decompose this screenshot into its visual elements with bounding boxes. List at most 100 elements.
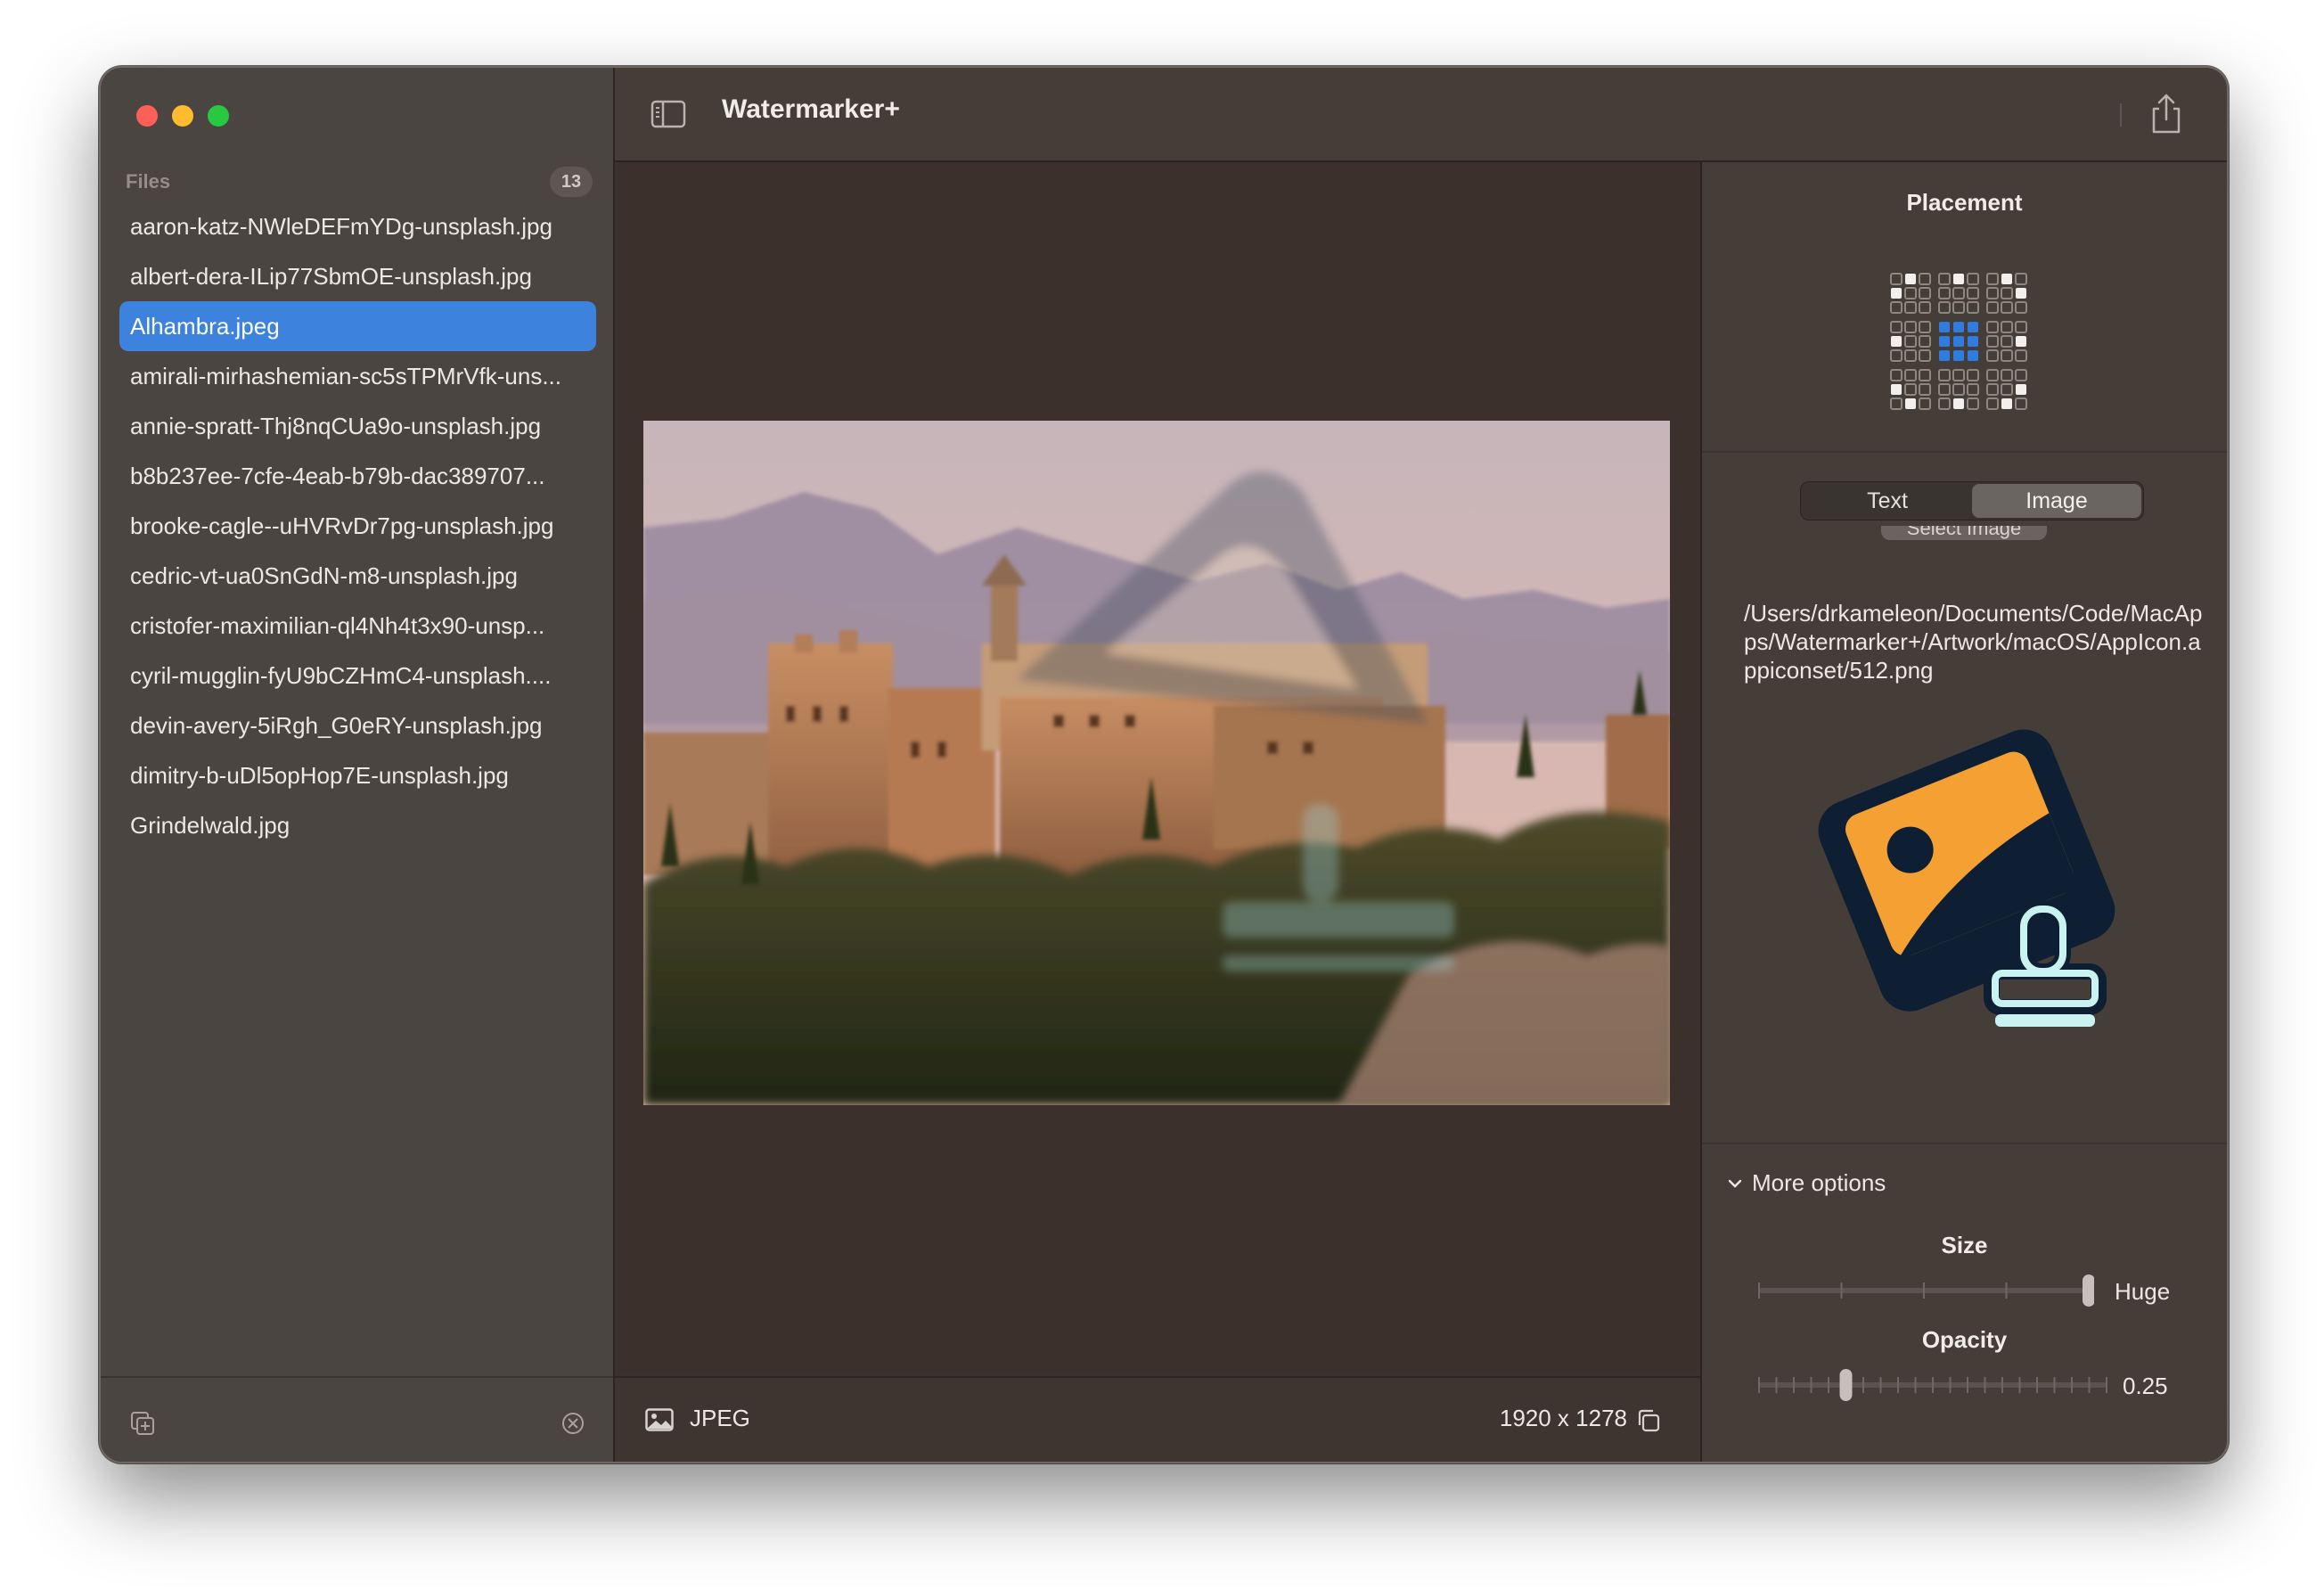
more-options-disclosure[interactable]: More options bbox=[1727, 1169, 1886, 1197]
placement-cell[interactable] bbox=[1904, 321, 1917, 333]
placement-cell[interactable] bbox=[1939, 336, 1950, 347]
placement-cell[interactable] bbox=[1953, 336, 1964, 347]
placement-cell[interactable] bbox=[1986, 369, 1999, 381]
file-list-item[interactable]: brooke-cagle--uHVRvDr7pg-unsplash.jpg bbox=[119, 501, 596, 551]
placement-cell[interactable] bbox=[1986, 398, 1999, 410]
placement-cell[interactable] bbox=[2001, 369, 2013, 381]
placement-cell[interactable] bbox=[1890, 349, 1903, 362]
placement-grid[interactable] bbox=[1890, 273, 2042, 424]
placement-cell[interactable] bbox=[1905, 398, 1916, 409]
placement-cell[interactable] bbox=[1919, 321, 1931, 333]
copy-icon[interactable] bbox=[1636, 1408, 1661, 1433]
placement-cell[interactable] bbox=[1967, 287, 1979, 299]
placement-cell[interactable] bbox=[2001, 349, 2013, 362]
placement-cell[interactable] bbox=[1953, 398, 1964, 409]
file-list-item[interactable]: albert-dera-ILip77SbmOE-unsplash.jpg bbox=[119, 251, 596, 301]
watermark-type-segmented-control[interactable]: Text Image bbox=[1800, 481, 2144, 520]
placement-cell[interactable] bbox=[2015, 273, 2027, 285]
file-list-item[interactable]: dimitry-b-uDl5opHop7E-unsplash.jpg bbox=[119, 750, 596, 800]
placement-cell[interactable] bbox=[1904, 369, 1917, 381]
placement-cell[interactable] bbox=[2015, 321, 2027, 333]
placement-cell[interactable] bbox=[1891, 336, 1902, 347]
file-list-item[interactable]: Grindelwald.jpg bbox=[119, 800, 596, 850]
placement-cell[interactable] bbox=[1938, 369, 1951, 381]
zoom-window-button[interactable] bbox=[208, 105, 229, 127]
placement-cell[interactable] bbox=[1986, 321, 1999, 333]
placement-cell[interactable] bbox=[1953, 322, 1964, 332]
file-list-item[interactable]: Alhambra.jpeg bbox=[119, 301, 596, 351]
placement-cell[interactable] bbox=[1967, 369, 1979, 381]
placement-cell[interactable] bbox=[1967, 383, 1979, 396]
placement-cell[interactable] bbox=[1919, 369, 1931, 381]
placement-cell[interactable] bbox=[2001, 301, 2013, 314]
placement-cell[interactable] bbox=[1890, 301, 1903, 314]
placement-cell[interactable] bbox=[1939, 350, 1950, 361]
placement-cell[interactable] bbox=[1891, 384, 1902, 395]
placement-cell[interactable] bbox=[1890, 273, 1903, 285]
placement-cell[interactable] bbox=[1967, 398, 1979, 410]
select-image-button[interactable]: Select Image bbox=[1881, 526, 2047, 540]
placement-cell[interactable] bbox=[2015, 301, 2027, 314]
placement-cell[interactable] bbox=[1919, 383, 1931, 396]
placement-cell[interactable] bbox=[2015, 369, 2027, 381]
placement-cell[interactable] bbox=[1919, 335, 1931, 348]
placement-cell[interactable] bbox=[2015, 349, 2027, 362]
placement-cell[interactable] bbox=[1968, 336, 1978, 347]
placement-cell[interactable] bbox=[1986, 273, 1999, 285]
placement-cell[interactable] bbox=[2001, 335, 2013, 348]
placement-cell[interactable] bbox=[1919, 273, 1931, 285]
opacity-slider[interactable] bbox=[1755, 1367, 2112, 1403]
file-list-item[interactable]: cedric-vt-ua0SnGdN-m8-unsplash.jpg bbox=[119, 551, 596, 601]
placement-cell[interactable] bbox=[1904, 335, 1917, 348]
placement-cell[interactable] bbox=[1904, 287, 1917, 299]
placement-cell[interactable] bbox=[1919, 349, 1931, 362]
placement-cell[interactable] bbox=[1938, 273, 1951, 285]
placement-cell[interactable] bbox=[1967, 273, 1979, 285]
placement-cell[interactable] bbox=[1986, 349, 1999, 362]
placement-cell[interactable] bbox=[2015, 398, 2027, 410]
placement-cell[interactable] bbox=[2016, 288, 2026, 299]
placement-cell[interactable] bbox=[1967, 301, 1979, 314]
placement-cell[interactable] bbox=[1986, 383, 1999, 396]
file-list-item[interactable]: amirali-mirhashemian-sc5sTPMrVfk-uns... bbox=[119, 351, 596, 401]
placement-cell[interactable] bbox=[1905, 274, 1916, 284]
placement-cell[interactable] bbox=[1952, 301, 1965, 314]
placement-cell[interactable] bbox=[2001, 398, 2012, 409]
close-window-button[interactable] bbox=[136, 105, 158, 127]
placement-cell[interactable] bbox=[1919, 287, 1931, 299]
placement-cell[interactable] bbox=[1952, 383, 1965, 396]
file-list-item[interactable]: b8b237ee-7cfe-4eab-b79b-dac389707... bbox=[119, 451, 596, 501]
placement-cell[interactable] bbox=[1890, 321, 1903, 333]
placement-cell[interactable] bbox=[1890, 369, 1903, 381]
placement-cell[interactable] bbox=[1986, 287, 1999, 299]
placement-cell[interactable] bbox=[2001, 287, 2013, 299]
placement-cell[interactable] bbox=[1938, 383, 1951, 396]
placement-cell[interactable] bbox=[2016, 384, 2026, 395]
minimize-window-button[interactable] bbox=[172, 105, 193, 127]
placement-cell[interactable] bbox=[1904, 349, 1917, 362]
placement-cell[interactable] bbox=[1986, 301, 1999, 314]
placement-cell[interactable] bbox=[2001, 321, 2013, 333]
placement-cell[interactable] bbox=[1919, 398, 1931, 410]
placement-cell[interactable] bbox=[1986, 335, 1999, 348]
sidebar-toggle-icon[interactable] bbox=[651, 100, 686, 128]
placement-cell[interactable] bbox=[1953, 274, 1964, 284]
share-icon[interactable] bbox=[2148, 93, 2184, 135]
placement-cell[interactable] bbox=[1890, 398, 1903, 410]
placement-cell[interactable] bbox=[1952, 369, 1965, 381]
placement-cell[interactable] bbox=[2016, 336, 2026, 347]
file-list-item[interactable]: annie-spratt-Thj8nqCUa9o-unsplash.jpg bbox=[119, 401, 596, 451]
placement-cell[interactable] bbox=[1952, 287, 1965, 299]
preview-image[interactable] bbox=[643, 421, 1670, 1105]
placement-cell[interactable] bbox=[1938, 301, 1951, 314]
add-files-icon[interactable] bbox=[129, 1410, 156, 1437]
placement-cell[interactable] bbox=[2001, 383, 2013, 396]
slider-knob[interactable] bbox=[1839, 1369, 1853, 1401]
file-list-item[interactable]: cristofer-maximilian-ql4Nh4t3x90-unsp... bbox=[119, 601, 596, 651]
placement-cell[interactable] bbox=[2001, 274, 2012, 284]
placement-cell[interactable] bbox=[1891, 288, 1902, 299]
placement-cell[interactable] bbox=[1938, 398, 1951, 410]
segment-image[interactable]: Image bbox=[1972, 484, 2141, 518]
file-list-item[interactable]: cyril-mugglin-fyU9bCZHmC4-unsplash.... bbox=[119, 651, 596, 701]
placement-cell[interactable] bbox=[1904, 383, 1917, 396]
